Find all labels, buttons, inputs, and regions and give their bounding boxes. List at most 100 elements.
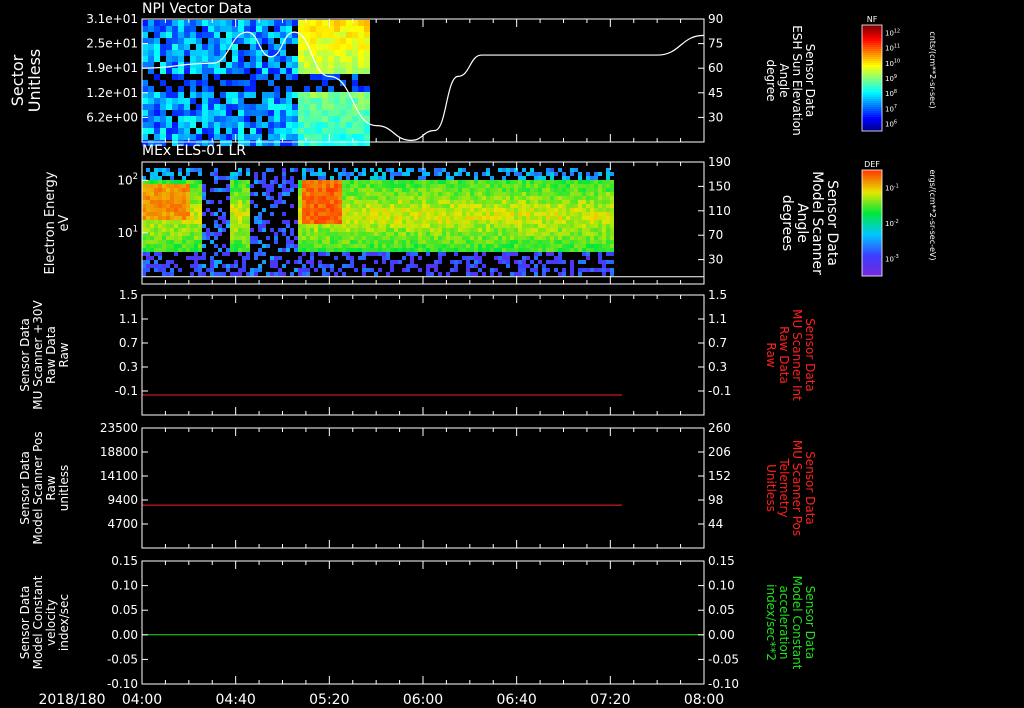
panel4-left-tick: 23500	[100, 421, 138, 435]
panel1-left-tick: 1.9e+01	[86, 61, 138, 75]
panel4-left-label: Raw	[44, 475, 58, 500]
panel3-left-tick: 0.7	[119, 336, 138, 350]
colorbar-1-tick: 1011	[885, 44, 900, 53]
colorbar-2-tick: 10-3	[885, 254, 899, 263]
panel3-frame	[141, 294, 705, 416]
panel4-right-tick: 260	[708, 421, 731, 435]
panel1-right-label: degree	[764, 59, 778, 101]
panel5-right-label: acceleration	[777, 586, 791, 660]
panel4-right-label: Unitless	[764, 464, 778, 512]
panel1-title: NPI Vector Data	[142, 1, 252, 17]
panel3-right-tick: -0.1	[708, 384, 731, 398]
panel3-left-tick: 1.1	[119, 312, 138, 326]
panel3-left-label: Sensor Data	[18, 318, 32, 392]
panel3-right-label: Raw Data	[777, 326, 791, 384]
panel2-right-label: Model Scanner	[809, 171, 825, 275]
panel5-left-tick: 0.05	[111, 603, 138, 617]
colorbar-1-tick: 108	[885, 89, 897, 98]
panel3-left-label: Raw Data	[44, 326, 58, 384]
panel1-right-tick: 60	[708, 61, 723, 75]
panel5-left-tick: 0.10	[111, 579, 138, 593]
panel2-right-tick: 110	[708, 204, 731, 218]
x-tick-label: 08:00	[684, 692, 724, 708]
panel1-right-label: ESH Sun Elevation	[790, 25, 804, 135]
panel2-left-tick: 102	[117, 171, 138, 187]
panel4-left-label: unitless	[57, 465, 71, 511]
panel4-left-tick: 4700	[107, 517, 138, 531]
x-tick-label: 06:00	[403, 692, 443, 708]
panel5-right-tick: 0.00	[708, 628, 735, 642]
panel5-right-label: Model Constant	[790, 576, 804, 670]
colorbar-2-label: DEF	[864, 160, 880, 169]
colorbar-1-label: NF	[867, 15, 878, 24]
panel4-right-label: MU Scanner Pos	[790, 440, 804, 536]
panel5-left-label: Sensor Data	[18, 586, 32, 660]
panel3-right-label: MU Scanner Int	[790, 309, 804, 401]
panel5-right-tick: 0.15	[708, 554, 735, 568]
panel5-left-tick: -0.10	[107, 677, 138, 691]
panel5-right-tick: 0.10	[708, 579, 735, 593]
panel5-left-tick: -0.05	[107, 652, 138, 666]
panel1-left-label: Unitless	[25, 49, 44, 113]
panel3-left-label: MU Scanner +30V	[31, 300, 45, 410]
x-tick-label: 04:40	[215, 692, 255, 708]
panel5-right-tick: -0.05	[708, 652, 739, 666]
x-tick-label: 05:20	[309, 692, 349, 708]
panel3-right-label: Raw	[764, 342, 778, 367]
colorbar-1-tick: 109	[885, 74, 897, 83]
panel2-right-label: Sensor Data	[824, 180, 840, 266]
panel2-right-tick: 190	[708, 155, 731, 169]
panel3-right-label: Sensor Data	[803, 318, 817, 392]
panel4-left-tick: 18800	[100, 445, 138, 459]
x-tick-label: 06:40	[496, 692, 536, 708]
panel1-left-tick: 6.2e+00	[86, 110, 138, 124]
panel5-left-tick: 0.00	[111, 628, 138, 642]
els-spectrogram	[142, 168, 614, 276]
x-tick-label: 04:00	[122, 692, 162, 708]
panel5-left-label: index/sec	[57, 594, 71, 651]
sensor-plot: 3.1e+01 2.5e+01 1.9e+01 1.2e+01 6.2e+00 90 75 6…	[8, 12, 937, 708]
panel2-right-tick: 150	[708, 179, 731, 193]
colorbar-2-tick: 10-1	[885, 184, 899, 193]
colorbar-2-unit: ergs/(cm**2-sr-sec-eV)	[928, 169, 937, 260]
panel1-left-tick: 1.2e+01	[86, 86, 138, 100]
panel3-left-tick: 0.3	[119, 360, 138, 374]
panel2-left-label: Electron Energy	[43, 171, 58, 274]
panel5-left-label: velocity	[44, 599, 58, 646]
panel4-left-label: Sensor Data	[18, 451, 32, 525]
panel1-right-tick: 30	[708, 110, 723, 124]
panel1-right-tick: 90	[708, 12, 723, 26]
panel4-left-tick: 9400	[107, 493, 138, 507]
colorbar-1-tick: 106	[885, 119, 897, 128]
panel2-right-label: degrees	[779, 195, 795, 251]
panel2-left-label: eV	[57, 214, 72, 231]
panel3-right-tick: 1.1	[708, 312, 727, 326]
panel4-right-tick: 44	[708, 517, 723, 531]
panel5-left-label: Model Constant	[31, 575, 45, 669]
x-tick-label: 07:20	[590, 692, 630, 708]
panel4-right-label: Telemetry	[777, 457, 791, 517]
panel3-left-tick: -0.1	[115, 384, 138, 398]
panel4-right-tick: 206	[708, 445, 731, 459]
panel5-right-tick: 0.05	[708, 603, 735, 617]
panel3-left-tick: 1.5	[119, 288, 138, 302]
panel1-left-tick: 2.5e+01	[86, 37, 138, 51]
colorbar-1-tick: 107	[885, 104, 897, 113]
panel2-left-tick: 101	[117, 223, 138, 239]
panel4-right-tick: 152	[708, 469, 731, 483]
panel3-right-tick: 0.7	[708, 336, 727, 350]
panel3-left-label: Raw	[57, 342, 71, 367]
date-label: 2018/180	[38, 692, 105, 708]
panel1-right-label: Sensor Data	[803, 44, 817, 118]
panel3-right-tick: 1.5	[708, 288, 727, 302]
panel5-right-tick: -0.10	[708, 677, 739, 691]
panel1-right-label: Angle	[777, 63, 791, 97]
panel4-left-tick: 14100	[100, 469, 138, 483]
colorbar-1	[861, 24, 883, 132]
colorbar-1-tick: 1010	[885, 59, 900, 68]
panel5-left-tick: 0.15	[111, 554, 138, 568]
panel4-left-label: Model Scanner Pos	[31, 431, 45, 544]
colorbar-1-tick: 1012	[885, 28, 900, 37]
panel1-right-tick: 75	[708, 37, 723, 51]
panel4-frame	[141, 427, 705, 549]
